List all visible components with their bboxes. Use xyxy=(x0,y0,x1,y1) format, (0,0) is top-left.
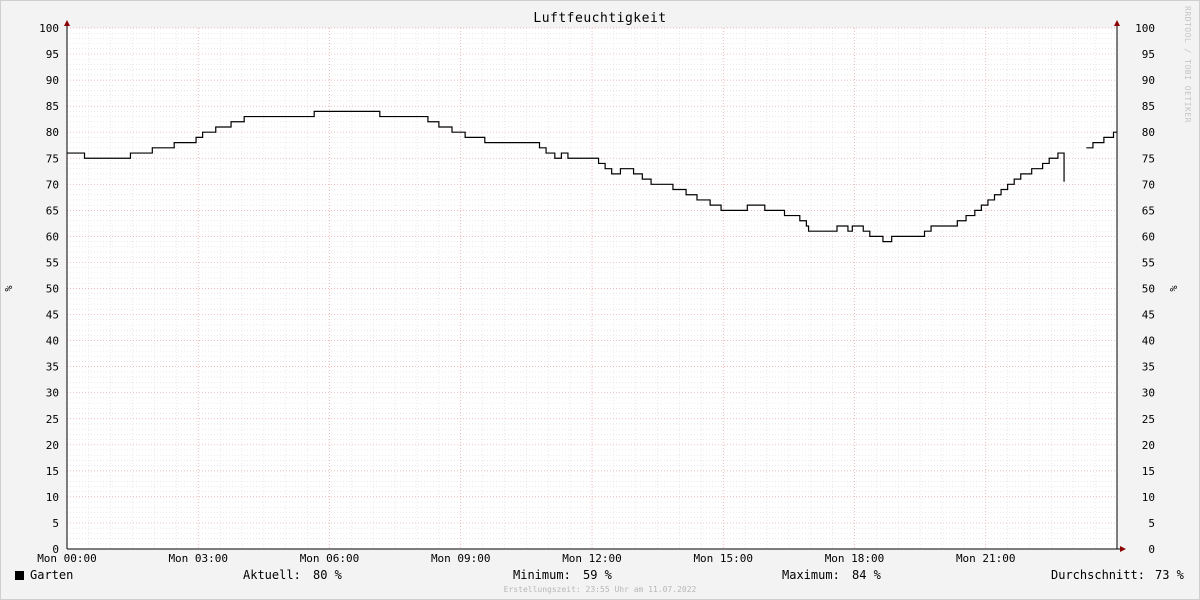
y-tick-label-right: 55 xyxy=(1142,256,1155,269)
y-tick-label-right: 20 xyxy=(1142,439,1155,452)
x-tick-label: Mon 03:00 xyxy=(168,552,228,565)
x-tick-label: Mon 15:00 xyxy=(693,552,753,565)
legend-minimum-label: Minimum: xyxy=(513,568,571,582)
x-tick-label: Mon 06:00 xyxy=(300,552,360,565)
y-tick-label-left: 55 xyxy=(46,256,59,269)
x-tick-label: Mon 00:00 xyxy=(37,552,97,565)
y-tick-label-right: 70 xyxy=(1142,178,1155,191)
y-tick-label-left: 35 xyxy=(46,361,59,374)
y-tick-label-left: 15 xyxy=(46,465,59,478)
y-tick-label-left: 100 xyxy=(39,22,59,35)
legend-aktuell-label: Aktuell: xyxy=(243,568,301,582)
y-tick-label-left: 95 xyxy=(46,48,59,61)
creation-time-footer: Erstellungszeit: 23:55 Uhr am 11.07.2022 xyxy=(503,585,697,594)
legend-maximum-value: 84 % xyxy=(852,568,881,582)
y-tick-label-right: 40 xyxy=(1142,335,1155,348)
y-tick-label-left: 30 xyxy=(46,387,59,400)
y-tick-label-left: 10 xyxy=(46,491,59,504)
x-tick-label: Mon 18:00 xyxy=(825,552,885,565)
x-tick-label: Mon 12:00 xyxy=(562,552,622,565)
humidity-chart: 0 05 510 1015 1520 2025 2530 3035 3540 4045 4550 50… xyxy=(4,20,1180,565)
x-tick-label: Mon 21:00 xyxy=(956,552,1016,565)
y-tick-label-right: 75 xyxy=(1142,152,1155,165)
x-tick-label: Mon 09:00 xyxy=(431,552,491,565)
y-tick-label-right: 80 xyxy=(1142,126,1155,139)
legend-maximum-label: Maximum: xyxy=(782,568,840,582)
y-axis-label-left: % xyxy=(4,285,15,291)
y-tick-label-left: 40 xyxy=(46,335,59,348)
y-tick-label-right: 45 xyxy=(1142,309,1155,322)
legend-durchschnitt-value: 73 % xyxy=(1155,568,1184,582)
y-tick-label-right: 15 xyxy=(1142,465,1155,478)
y-tick-label-left: 50 xyxy=(46,283,59,296)
y-tick-label-left: 70 xyxy=(46,178,59,191)
y-tick-label-right: 60 xyxy=(1142,230,1155,243)
y-tick-label-right: 100 xyxy=(1135,22,1155,35)
y-tick-label-right: 50 xyxy=(1142,283,1155,296)
y-tick-label-left: 65 xyxy=(46,204,59,217)
y-tick-label-right: 85 xyxy=(1142,100,1155,113)
y-tick-label-left: 25 xyxy=(46,413,59,426)
y-tick-label-right: 30 xyxy=(1142,387,1155,400)
y-tick-label-right: 95 xyxy=(1142,48,1155,61)
y-tick-label-right: 10 xyxy=(1142,491,1155,504)
y-tick-label-right: 90 xyxy=(1142,74,1155,87)
y-tick-label-left: 85 xyxy=(46,100,59,113)
legend-durchschnitt-label: Durchschnitt: xyxy=(1051,568,1145,582)
y-tick-label-left: 20 xyxy=(46,439,59,452)
legend-series-name: Garten xyxy=(30,568,74,582)
y-axis-left-arrow xyxy=(64,20,70,26)
y-tick-label-left: 5 xyxy=(52,517,59,530)
legend-swatch xyxy=(15,571,24,580)
legend-aktuell-value: 80 % xyxy=(313,568,342,582)
y-tick-label-right: 35 xyxy=(1142,361,1155,374)
y-tick-label-left: 90 xyxy=(46,74,59,87)
y-tick-label-left: 60 xyxy=(46,230,59,243)
y-tick-label-right: 25 xyxy=(1142,413,1155,426)
y-tick-label-left: 75 xyxy=(46,152,59,165)
y-tick-label-right: 0 xyxy=(1148,543,1155,556)
y-axis-label-right: % xyxy=(1169,285,1180,291)
y-axis-right-arrow xyxy=(1114,20,1120,26)
legend-minimum-value: 59 % xyxy=(583,568,612,582)
y-tick-label-left: 80 xyxy=(46,126,59,139)
x-axis-arrow xyxy=(1120,546,1126,552)
y-tick-label-left: 45 xyxy=(46,309,59,322)
y-tick-label-right: 65 xyxy=(1142,204,1155,217)
y-tick-label-right: 5 xyxy=(1148,517,1155,530)
